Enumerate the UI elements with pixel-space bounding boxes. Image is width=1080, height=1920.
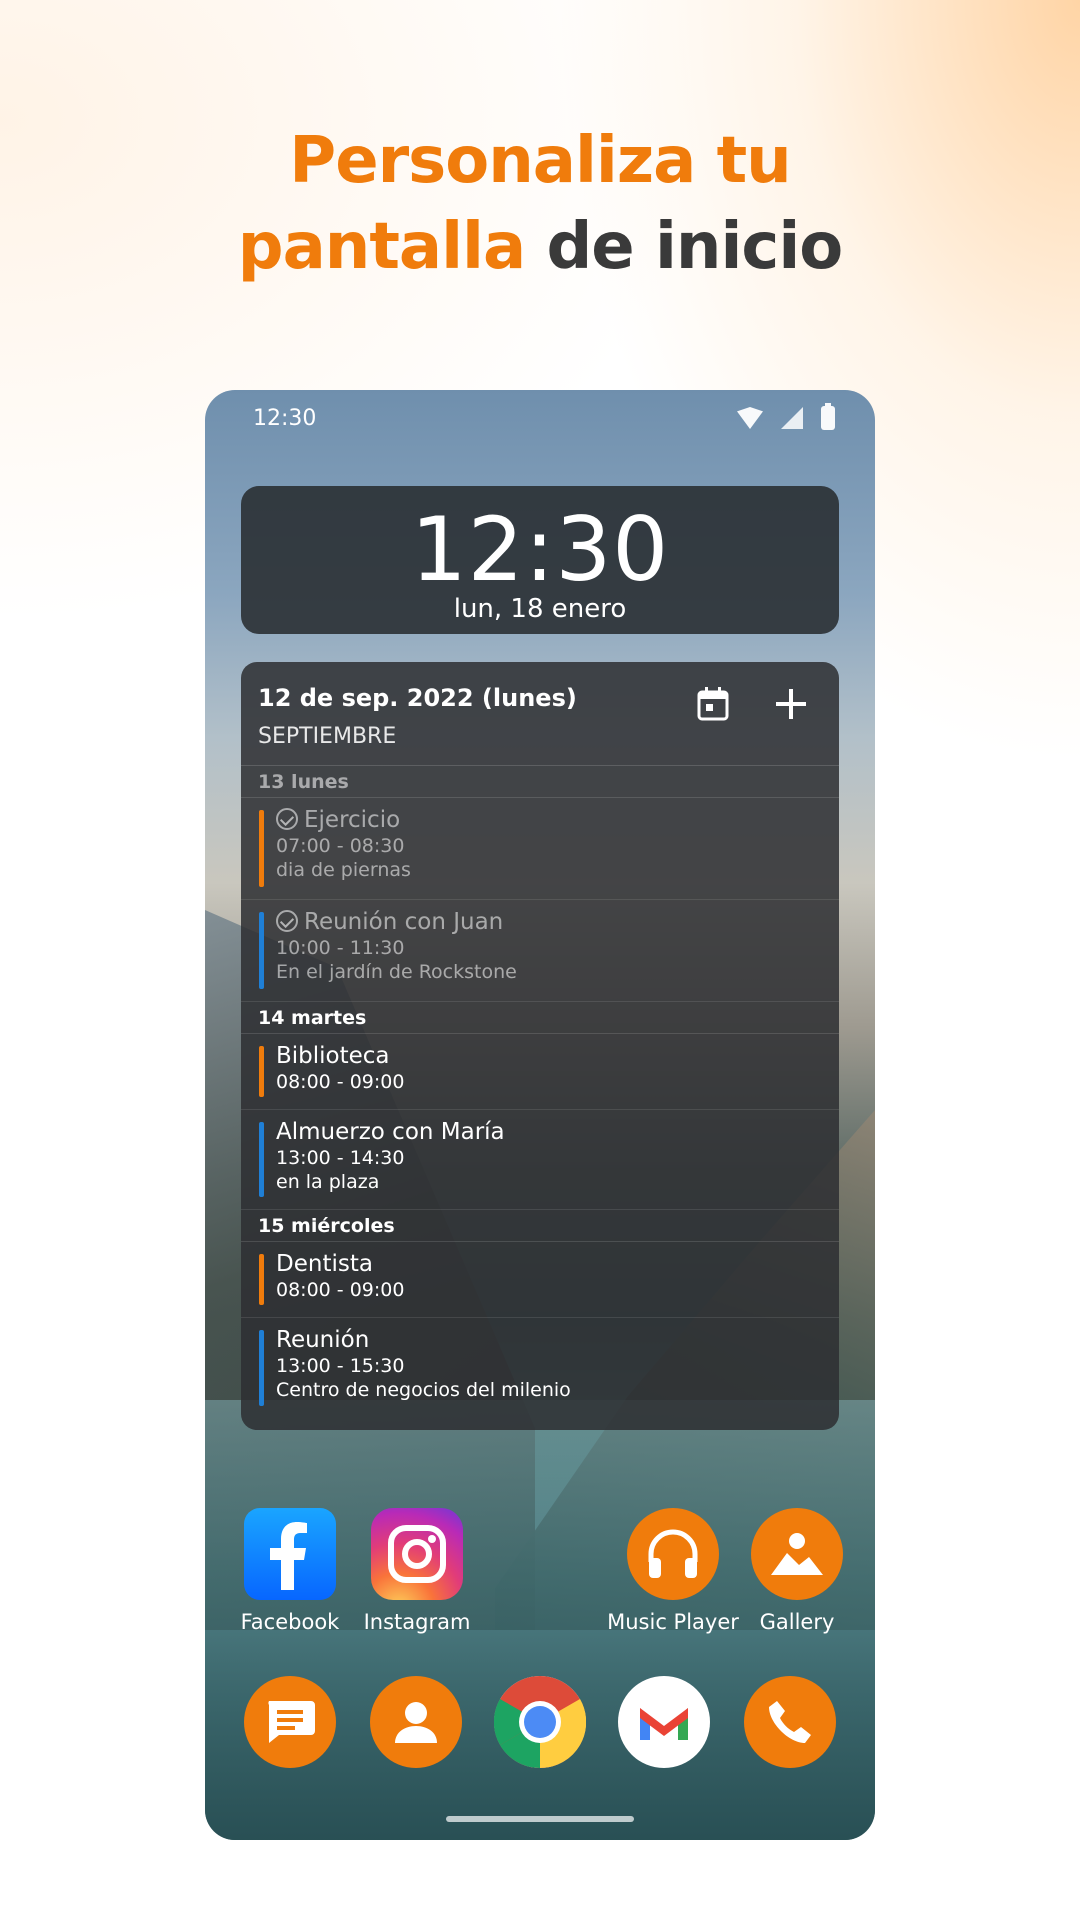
app-instagram[interactable]: Instagram — [352, 1508, 482, 1634]
calendar-month: SEPTIEMBRE — [258, 724, 397, 749]
status-bar: 12:30 — [205, 390, 875, 446]
phone-icon[interactable] — [744, 1676, 836, 1768]
event-color-bar — [259, 1046, 264, 1097]
headline-line1: Personaliza tu — [289, 124, 791, 198]
facebook-icon — [244, 1508, 336, 1600]
event-title: Reunión — [276, 1327, 370, 1353]
app-label: Music Player — [607, 1610, 739, 1634]
event-color-bar — [259, 1122, 264, 1197]
event-note: En el jardín de Rockstone — [276, 961, 517, 983]
app-label: Instagram — [363, 1610, 471, 1634]
headphones-icon — [627, 1508, 719, 1600]
calendar-add-button[interactable] — [769, 682, 813, 726]
event-note: dia de piernas — [276, 859, 411, 881]
phone-screen: 12:30 12:30 lun, 18 enero 12 de sep. 202… — [205, 390, 875, 1840]
messages-icon[interactable] — [244, 1676, 336, 1768]
calendar-icon — [697, 687, 729, 721]
event-color-bar — [259, 912, 264, 989]
event-item[interactable]: Biblioteca 08:00 - 09:00 — [241, 1034, 839, 1110]
app-row: Facebook Instagram Music Player Gallery — [205, 1508, 875, 1668]
battery-icon — [821, 403, 835, 430]
check-circle-icon — [276, 808, 298, 830]
event-title: Almuerzo con María — [276, 1119, 505, 1145]
day-header-13: 13 lunes — [241, 766, 839, 798]
event-note: en la plaza — [276, 1171, 380, 1193]
event-item[interactable]: Reunión con Juan 10:00 - 11:30 En el jar… — [241, 900, 839, 1002]
calendar-today-button[interactable] — [691, 682, 735, 726]
plus-icon — [776, 689, 806, 719]
app-gallery[interactable]: Gallery — [732, 1508, 862, 1634]
event-time: 13:00 - 15:30 — [276, 1355, 405, 1377]
event-time: 13:00 - 14:30 — [276, 1147, 405, 1169]
event-color-bar — [259, 1330, 264, 1406]
calendar-title[interactable]: 12 de sep. 2022 (lunes) — [258, 684, 577, 712]
app-facebook[interactable]: Facebook — [225, 1508, 355, 1634]
signal-icon — [781, 407, 803, 429]
event-title: Reunión con Juan — [304, 909, 504, 935]
chrome-icon[interactable] — [494, 1676, 586, 1768]
dock — [205, 1676, 875, 1776]
contacts-icon[interactable] — [370, 1676, 462, 1768]
headline: Personaliza tu pantalla de inicio — [0, 118, 1080, 290]
day-header-14: 14 martes — [241, 1002, 839, 1034]
event-time: 08:00 - 09:00 — [276, 1071, 405, 1093]
event-item[interactable]: Reunión 13:00 - 15:30 Centro de negocios… — [241, 1318, 839, 1418]
app-label: Facebook — [240, 1610, 340, 1634]
event-item[interactable]: Dentista 08:00 - 09:00 — [241, 1242, 839, 1318]
app-label: Gallery — [759, 1610, 835, 1634]
clock-widget[interactable]: 12:30 lun, 18 enero — [241, 486, 839, 634]
headline-line2-dark: de inicio — [546, 210, 843, 284]
event-title: Biblioteca — [276, 1043, 390, 1069]
calendar-header: 12 de sep. 2022 (lunes) SEPTIEMBRE — [241, 662, 839, 766]
event-time: 10:00 - 11:30 — [276, 937, 405, 959]
event-color-bar — [259, 1254, 264, 1305]
event-title: Ejercicio — [304, 807, 401, 833]
gallery-icon — [751, 1508, 843, 1600]
event-color-bar — [259, 810, 264, 887]
day-header-15: 15 miércoles — [241, 1210, 839, 1242]
clock-date: lun, 18 enero — [453, 594, 627, 624]
headline-line2-orange: pantalla — [237, 210, 526, 284]
check-circle-icon — [276, 910, 298, 932]
event-time: 08:00 - 09:00 — [276, 1279, 405, 1301]
event-note: Centro de negocios del milenio — [276, 1379, 571, 1401]
gmail-icon[interactable] — [618, 1676, 710, 1768]
status-time: 12:30 — [253, 406, 317, 431]
event-title: Dentista — [276, 1251, 373, 1277]
calendar-widget[interactable]: 12 de sep. 2022 (lunes) SEPTIEMBRE 13 lu… — [241, 662, 839, 1430]
event-item[interactable]: Almuerzo con María 13:00 - 14:30 en la p… — [241, 1110, 839, 1210]
app-music-player[interactable]: Music Player — [598, 1508, 748, 1634]
clock-time: 12:30 — [410, 498, 670, 601]
event-time: 07:00 - 08:30 — [276, 835, 405, 857]
wifi-icon — [737, 407, 763, 429]
home-indicator[interactable] — [446, 1816, 634, 1822]
instagram-icon — [371, 1508, 463, 1600]
event-item[interactable]: Ejercicio 07:00 - 08:30 dia de piernas — [241, 798, 839, 900]
